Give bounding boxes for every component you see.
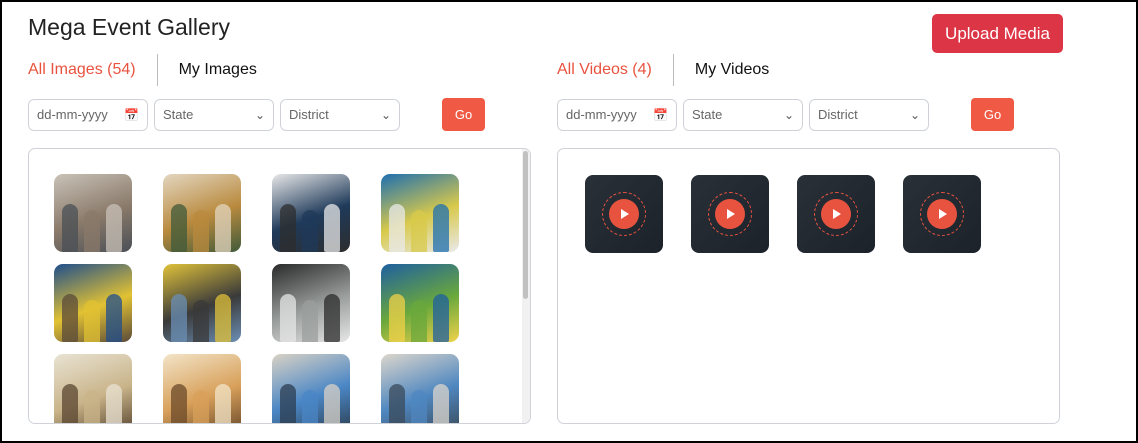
images-state-select[interactable]: State ⌄ bbox=[154, 98, 274, 131]
images-district-select[interactable]: District ⌄ bbox=[280, 98, 400, 131]
photo-figure bbox=[411, 210, 427, 252]
photo-figure bbox=[324, 384, 340, 423]
play-icon[interactable] bbox=[821, 199, 851, 229]
videos-state-select[interactable]: State ⌄ bbox=[683, 98, 803, 131]
photo-figure bbox=[84, 390, 100, 423]
gallery-frame: Mega Event Gallery Upload Media All Imag… bbox=[0, 0, 1138, 443]
photo-figure bbox=[215, 294, 231, 342]
district-label: District bbox=[818, 107, 858, 122]
photo-figure bbox=[193, 210, 209, 252]
images-panel bbox=[28, 148, 531, 424]
photo-figure bbox=[106, 384, 122, 423]
image-thumbnail[interactable] bbox=[381, 174, 459, 252]
chevron-down-icon: ⌄ bbox=[909, 107, 920, 122]
video-thumbnail[interactable] bbox=[691, 175, 769, 253]
image-thumbnail[interactable] bbox=[163, 264, 241, 342]
state-label: State bbox=[163, 107, 194, 122]
image-thumbnail[interactable] bbox=[54, 264, 132, 342]
images-filters: dd-mm-yyyy 📅 State ⌄ District ⌄ Go bbox=[28, 98, 485, 131]
photo-figure bbox=[433, 204, 449, 252]
images-scrollbar[interactable] bbox=[522, 149, 530, 423]
play-icon[interactable] bbox=[609, 199, 639, 229]
videos-filters: dd-mm-yyyy 📅 State ⌄ District ⌄ Go bbox=[557, 98, 1014, 131]
photo-figure bbox=[389, 384, 405, 423]
tab-all-images[interactable]: All Images (54) bbox=[28, 61, 136, 79]
photo-figure bbox=[389, 204, 405, 252]
calendar-icon[interactable]: 📅 bbox=[124, 108, 139, 122]
play-ring bbox=[602, 192, 646, 236]
photo-figure bbox=[280, 384, 296, 423]
photo-figure bbox=[433, 294, 449, 342]
play-ring bbox=[814, 192, 858, 236]
photo-figure bbox=[324, 204, 340, 252]
image-thumbnail[interactable] bbox=[163, 174, 241, 252]
videos-panel bbox=[557, 148, 1060, 424]
image-thumbnail[interactable] bbox=[381, 354, 459, 423]
photo-figure bbox=[280, 204, 296, 252]
photo-figure bbox=[84, 300, 100, 342]
photo-figure bbox=[106, 294, 122, 342]
tab-my-images[interactable]: My Images bbox=[179, 61, 257, 79]
image-thumbnail[interactable] bbox=[272, 264, 350, 342]
state-label: State bbox=[692, 107, 723, 122]
photo-figure bbox=[389, 294, 405, 342]
page-title: Mega Event Gallery bbox=[28, 14, 230, 40]
photo-figure bbox=[171, 294, 187, 342]
videos-go-button[interactable]: Go bbox=[971, 98, 1014, 131]
tab-all-videos[interactable]: All Videos (4) bbox=[557, 61, 652, 79]
tab-divider bbox=[672, 54, 674, 86]
photo-figure bbox=[84, 210, 100, 252]
play-ring bbox=[708, 192, 752, 236]
image-thumbnail[interactable] bbox=[381, 264, 459, 342]
photo-figure bbox=[193, 300, 209, 342]
photo-figure bbox=[324, 294, 340, 342]
image-thumbnail[interactable] bbox=[54, 174, 132, 252]
photo-figure bbox=[302, 300, 318, 342]
image-thumbnail[interactable] bbox=[163, 354, 241, 423]
photo-figure bbox=[193, 390, 209, 423]
play-icon[interactable] bbox=[715, 199, 745, 229]
photo-figure bbox=[171, 204, 187, 252]
photo-figure bbox=[171, 384, 187, 423]
photo-figure bbox=[302, 390, 318, 423]
calendar-icon[interactable]: 📅 bbox=[653, 108, 668, 122]
videos-date-input[interactable]: dd-mm-yyyy 📅 bbox=[557, 98, 677, 131]
video-thumbnail[interactable] bbox=[797, 175, 875, 253]
photo-figure bbox=[62, 384, 78, 423]
photo-figure bbox=[215, 204, 231, 252]
images-go-button[interactable]: Go bbox=[442, 98, 485, 131]
play-icon[interactable] bbox=[927, 199, 957, 229]
photo-figure bbox=[411, 300, 427, 342]
photo-figure bbox=[302, 210, 318, 252]
photo-figure bbox=[62, 204, 78, 252]
upload-media-button[interactable]: Upload Media bbox=[932, 14, 1063, 53]
images-tabs: All Images (54) My Images bbox=[28, 54, 257, 86]
photo-figure bbox=[62, 294, 78, 342]
play-ring bbox=[920, 192, 964, 236]
photo-figure bbox=[411, 390, 427, 423]
photo-figure bbox=[215, 384, 231, 423]
chevron-down-icon: ⌄ bbox=[380, 107, 391, 122]
photo-figure bbox=[106, 204, 122, 252]
tab-my-videos[interactable]: My Videos bbox=[695, 61, 769, 79]
image-thumbnail[interactable] bbox=[54, 354, 132, 423]
video-thumbnail[interactable] bbox=[903, 175, 981, 253]
videos-tabs: All Videos (4) My Videos bbox=[557, 54, 769, 86]
images-date-input[interactable]: dd-mm-yyyy 📅 bbox=[28, 98, 148, 131]
chevron-down-icon: ⌄ bbox=[254, 107, 265, 122]
video-thumbnail[interactable] bbox=[585, 175, 663, 253]
chevron-down-icon: ⌄ bbox=[783, 107, 794, 122]
photo-figure bbox=[280, 294, 296, 342]
date-placeholder: dd-mm-yyyy bbox=[37, 107, 108, 122]
date-placeholder: dd-mm-yyyy bbox=[566, 107, 637, 122]
videos-district-select[interactable]: District ⌄ bbox=[809, 98, 929, 131]
district-label: District bbox=[289, 107, 329, 122]
image-thumbnail[interactable] bbox=[272, 174, 350, 252]
image-thumbnail[interactable] bbox=[272, 354, 350, 423]
tab-divider bbox=[156, 54, 158, 86]
scroll-thumb[interactable] bbox=[523, 151, 528, 299]
photo-figure bbox=[433, 384, 449, 423]
